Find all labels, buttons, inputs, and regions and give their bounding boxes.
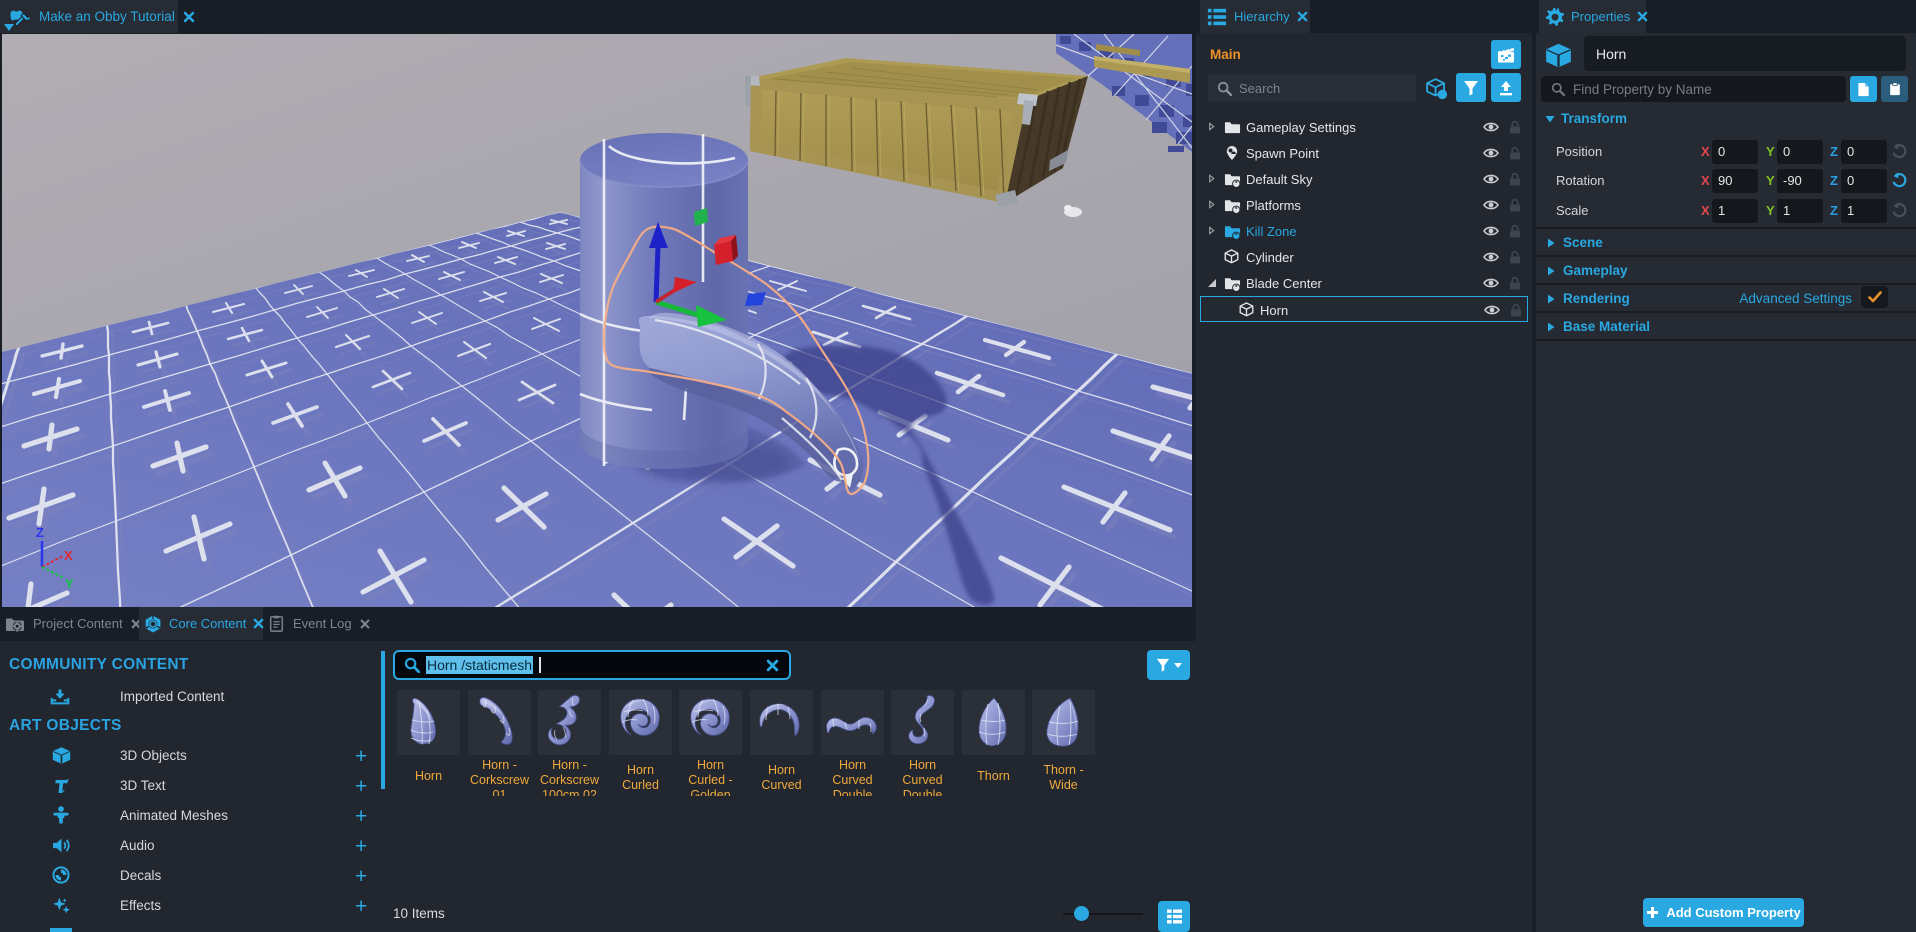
svg-text:Z: Z [36,525,44,540]
svg-text:Y: Y [65,576,74,591]
svg-text:X: X [64,548,73,563]
